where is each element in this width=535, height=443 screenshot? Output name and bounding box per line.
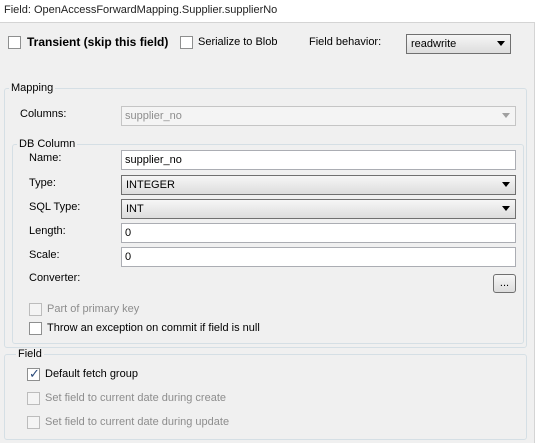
field-title: Field: OpenAccessForwardMapping.Supplier…	[4, 4, 278, 16]
primary-key-label: Part of primary key	[47, 303, 140, 315]
serialize-blob-checkbox[interactable]	[180, 36, 193, 49]
field-behavior-value: readwrite	[411, 38, 457, 50]
columns-label: Columns:	[20, 108, 67, 120]
name-value: supplier_no	[125, 154, 182, 166]
scale-input[interactable]: 0	[121, 247, 516, 267]
check-icon: ✓	[29, 366, 40, 381]
length-value: 0	[125, 227, 132, 239]
primary-key-checkbox[interactable]	[29, 303, 42, 316]
name-input[interactable]: supplier_no	[121, 150, 516, 170]
length-label: Length:	[29, 225, 66, 237]
scale-label: Scale:	[29, 249, 60, 261]
set-update-label: Set field to current date during update	[45, 416, 230, 428]
default-fetch-checkbox[interactable]: ✓	[27, 366, 40, 381]
chevron-down-icon	[497, 41, 505, 46]
type-select[interactable]: INTEGER	[121, 175, 516, 195]
transient-label[interactable]: Transient (skip this field)	[27, 35, 168, 49]
set-create-checkbox[interactable]	[27, 392, 40, 405]
chevron-down-icon	[502, 113, 510, 118]
field-behavior-label: Field behavior:	[309, 36, 382, 48]
db-column-group-title: DB Column	[17, 138, 78, 150]
field-group-title: Field	[16, 348, 44, 360]
set-update-checkbox[interactable]	[27, 416, 40, 429]
throw-null-label[interactable]: Throw an exception on commit if field is…	[47, 322, 260, 334]
set-create-label: Set field to current date during create	[45, 392, 226, 404]
serialize-blob-label[interactable]: Serialize to Blob	[198, 36, 278, 48]
transient-checkbox[interactable]	[8, 36, 21, 49]
field-header: Field: OpenAccessForwardMapping.Supplier…	[0, 0, 535, 23]
converter-label: Converter:	[29, 272, 81, 284]
scale-value: 0	[125, 251, 132, 263]
converter-browse-button[interactable]: ...	[493, 274, 516, 293]
chevron-down-icon	[502, 206, 510, 211]
sql-type-value: INT	[126, 203, 144, 215]
sql-type-select[interactable]: INT	[121, 199, 516, 219]
mapping-group-title: Mapping	[9, 82, 56, 94]
sql-type-label: SQL Type:	[29, 201, 81, 213]
default-fetch-label[interactable]: Default fetch group	[45, 368, 138, 380]
throw-null-checkbox[interactable]	[29, 322, 42, 335]
length-input[interactable]: 0	[121, 223, 516, 243]
field-behavior-select[interactable]: readwrite	[406, 34, 511, 54]
type-value: INTEGER	[126, 179, 175, 191]
type-label: Type:	[29, 177, 56, 189]
name-label: Name:	[29, 152, 62, 164]
columns-value: supplier_no	[125, 110, 182, 122]
chevron-down-icon	[502, 182, 510, 187]
columns-select[interactable]: supplier_no	[121, 106, 516, 126]
